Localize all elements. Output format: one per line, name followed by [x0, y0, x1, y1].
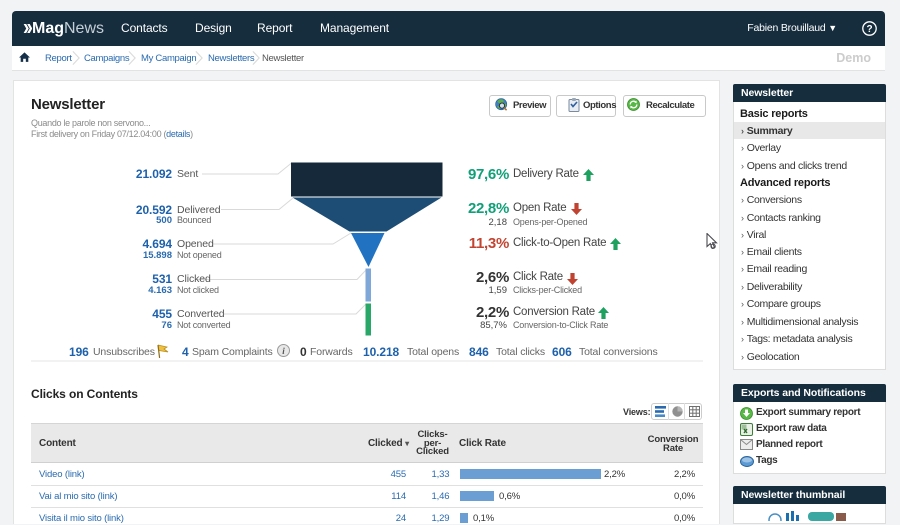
svg-text:?: ?	[866, 24, 872, 35]
